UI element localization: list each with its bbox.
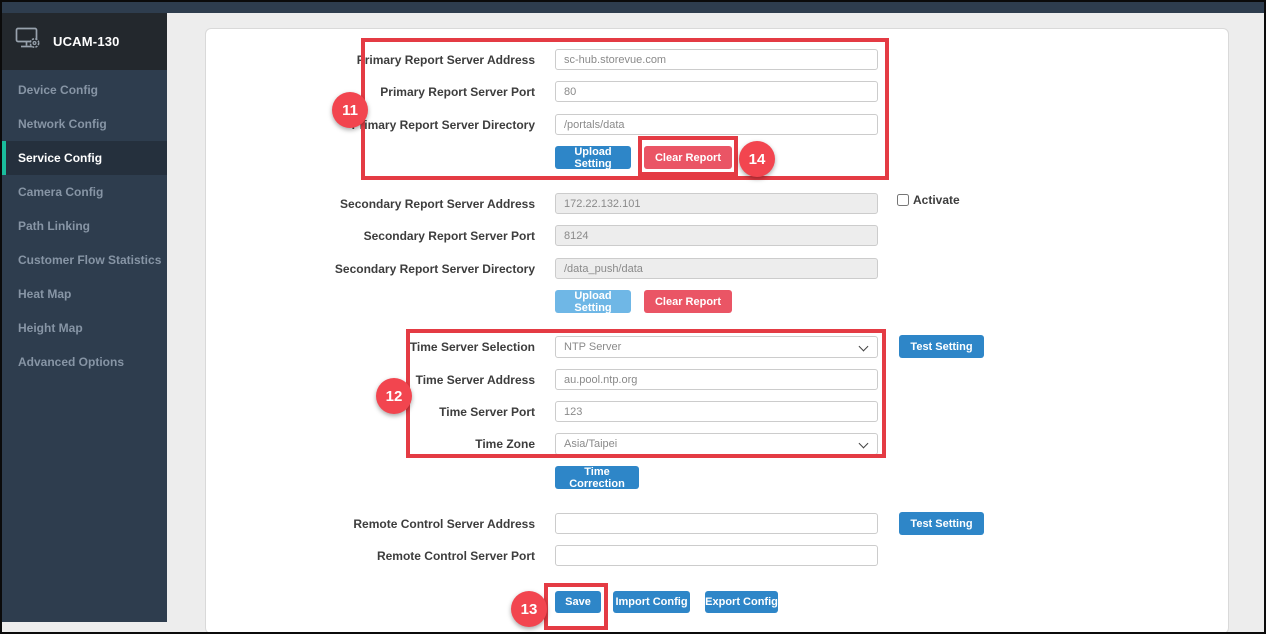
- secondary-address-input: [555, 193, 878, 214]
- primary-address-label: Primary Report Server Address: [275, 53, 535, 67]
- activate-checkbox-row: Activate: [897, 193, 960, 207]
- time-port-label: Time Server Port: [275, 405, 535, 419]
- remote-address-input[interactable]: [555, 513, 878, 534]
- time-zone-label: Time Zone: [275, 437, 535, 451]
- secondary-port-label: Secondary Report Server Port: [275, 229, 535, 243]
- top-bar: [2, 2, 1264, 13]
- secondary-upload-setting-button: Upload Setting: [555, 290, 631, 313]
- primary-address-input[interactable]: [555, 49, 878, 70]
- secondary-port-input: [555, 225, 878, 246]
- time-test-setting-button[interactable]: Test Setting: [899, 335, 984, 358]
- app-title: UCAM-130: [53, 34, 120, 49]
- time-correction-button[interactable]: Time Correction: [555, 466, 639, 489]
- chevron-down-icon: [859, 439, 869, 449]
- time-server-selection-value: NTP Server: [564, 341, 621, 353]
- time-selection-label: Time Server Selection: [275, 340, 535, 354]
- sidebar-item-device-config[interactable]: Device Config: [2, 73, 167, 107]
- time-zone-value: Asia/Taipei: [564, 438, 617, 450]
- remote-port-label: Remote Control Server Port: [275, 549, 535, 563]
- sidebar-nav: Device Config Network Config Service Con…: [2, 70, 167, 379]
- import-config-button[interactable]: Import Config: [613, 591, 690, 613]
- primary-upload-setting-button[interactable]: Upload Setting: [555, 146, 631, 169]
- primary-clear-report-button[interactable]: Clear Report: [644, 146, 732, 169]
- primary-directory-label: Primary Report Server Directory: [275, 118, 535, 132]
- time-zone-select[interactable]: Asia/Taipei: [555, 433, 878, 455]
- chevron-down-icon: [859, 342, 869, 352]
- primary-port-input[interactable]: [555, 81, 878, 102]
- remote-port-input[interactable]: [555, 545, 878, 566]
- sidebar-item-network-config[interactable]: Network Config: [2, 107, 167, 141]
- secondary-directory-label: Secondary Report Server Directory: [275, 262, 535, 276]
- sidebar: UCAM-130 Device Config Network Config Se…: [2, 13, 167, 622]
- time-port-input[interactable]: [555, 401, 878, 422]
- export-config-button[interactable]: Export Config: [705, 591, 778, 613]
- time-address-label: Time Server Address: [275, 373, 535, 387]
- sidebar-header: UCAM-130: [2, 13, 167, 70]
- remote-address-label: Remote Control Server Address: [275, 517, 535, 531]
- sidebar-item-customer-flow-statistics[interactable]: Customer Flow Statistics: [2, 243, 167, 277]
- monitor-gear-icon: [15, 27, 42, 56]
- primary-directory-input[interactable]: [555, 114, 878, 135]
- time-server-selection-select[interactable]: NTP Server: [555, 336, 878, 358]
- remote-test-setting-button[interactable]: Test Setting: [899, 512, 984, 535]
- primary-port-label: Primary Report Server Port: [275, 85, 535, 99]
- secondary-directory-input: [555, 258, 878, 279]
- sidebar-item-advanced-options[interactable]: Advanced Options: [2, 345, 167, 379]
- sidebar-item-heat-map[interactable]: Heat Map: [2, 277, 167, 311]
- activate-label: Activate: [913, 193, 960, 207]
- sidebar-item-service-config[interactable]: Service Config: [2, 141, 167, 175]
- sidebar-item-path-linking[interactable]: Path Linking: [2, 209, 167, 243]
- sidebar-item-height-map[interactable]: Height Map: [2, 311, 167, 345]
- time-address-input[interactable]: [555, 369, 878, 390]
- save-button[interactable]: Save: [555, 591, 601, 613]
- sidebar-item-camera-config[interactable]: Camera Config: [2, 175, 167, 209]
- secondary-clear-report-button[interactable]: Clear Report: [644, 290, 732, 313]
- app-window: UCAM-130 Device Config Network Config Se…: [0, 0, 1266, 634]
- activate-checkbox[interactable]: [897, 194, 909, 206]
- secondary-address-label: Secondary Report Server Address: [275, 197, 535, 211]
